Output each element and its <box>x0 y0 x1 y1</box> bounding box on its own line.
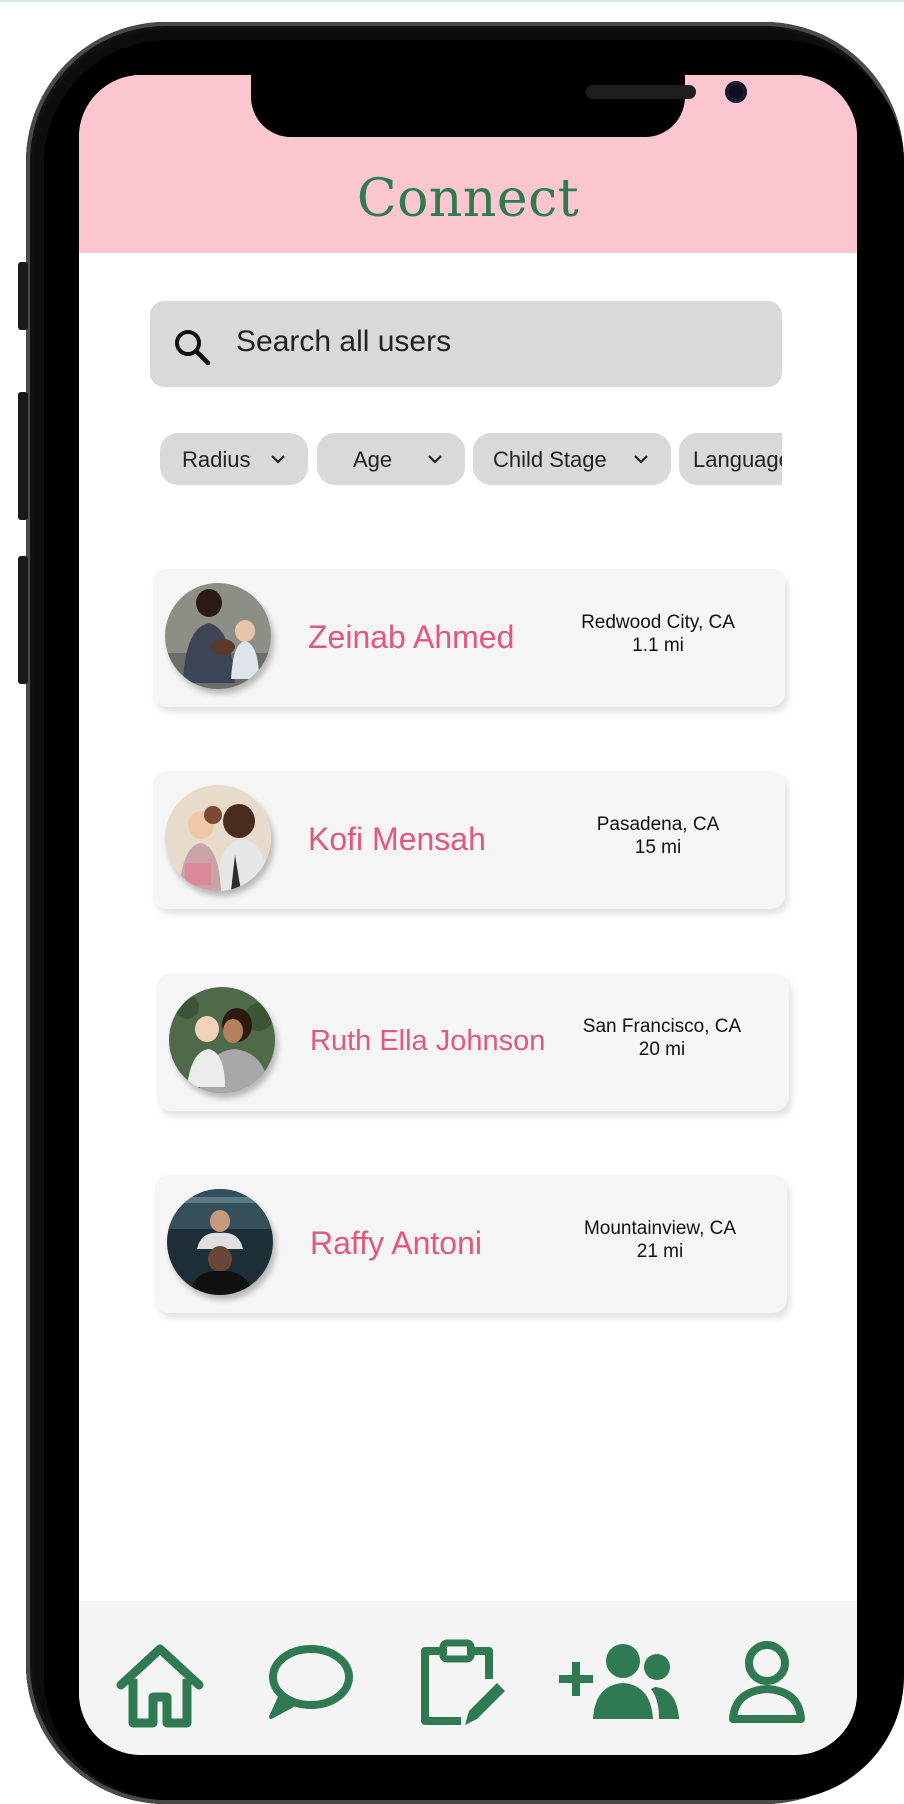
user-distance: 21 mi <box>636 1241 684 1262</box>
top-border <box>0 0 904 2</box>
avatar <box>167 1189 273 1295</box>
user-location: Redwood City, CA <box>581 612 735 633</box>
add-group-icon[interactable] <box>557 1639 681 1725</box>
chevron-down-icon <box>428 455 442 464</box>
user-location: San Francisco, CA <box>582 1016 742 1037</box>
search-icon <box>175 330 211 366</box>
user-name[interactable]: Kofi Mensah <box>308 821 486 858</box>
bottom-nav <box>79 1601 857 1755</box>
user-distance: 20 mi <box>638 1039 686 1060</box>
user-card[interactable]: Ruth Ella Johnson San Francisco, CA 20 m… <box>157 973 789 1111</box>
phone-screen: Connect Search all users Radius Age Chil… <box>79 75 857 1755</box>
user-name[interactable]: Raffy Antoni <box>310 1225 482 1262</box>
profile-icon[interactable] <box>727 1639 807 1725</box>
user-card[interactable]: Kofi Mensah Pasadena, CA 15 mi <box>153 771 785 909</box>
user-location-block: Pasadena, CA 15 mi <box>558 813 758 859</box>
avatar <box>165 583 271 689</box>
user-card[interactable]: Zeinab Ahmed Redwood City, CA 1.1 mi <box>153 569 785 707</box>
volume-up-button <box>18 392 28 520</box>
user-distance: 1.1 mi <box>632 635 684 656</box>
volume-down-button <box>18 556 28 684</box>
speaker-grille <box>586 85 696 99</box>
user-location: Pasadena, CA <box>596 814 720 835</box>
clipboard-edit-icon[interactable] <box>417 1639 505 1729</box>
filter-label: Radius <box>182 447 251 472</box>
filter-label: Language <box>693 447 782 472</box>
home-icon[interactable] <box>115 1643 205 1729</box>
filter-chips: Radius Age Child Stage Language <box>160 433 782 487</box>
user-location-block: Redwood City, CA 1.1 mi <box>558 611 758 657</box>
chevron-down-icon <box>271 455 285 464</box>
page-title: Connect <box>356 169 580 229</box>
phone-notch <box>251 75 747 137</box>
avatar <box>169 987 275 1093</box>
search-input[interactable]: Search all users <box>236 325 451 359</box>
chat-bubble-icon[interactable] <box>267 1643 353 1723</box>
filter-age-chip[interactable]: Age <box>317 433 465 485</box>
filter-child-stage-chip[interactable]: Child Stage <box>473 433 671 485</box>
user-distance: 15 mi <box>634 837 682 858</box>
user-location-block: Mountainview, CA 21 mi <box>560 1217 760 1263</box>
user-location: Mountainview, CA <box>583 1218 737 1239</box>
filter-radius-chip[interactable]: Radius <box>160 433 308 485</box>
user-card[interactable]: Raffy Antoni Mountainview, CA 21 mi <box>155 1175 787 1313</box>
filter-label: Age <box>353 447 393 472</box>
avatar <box>165 785 271 891</box>
user-name[interactable]: Zeinab Ahmed <box>308 619 514 656</box>
filter-language-chip[interactable]: Language <box>679 433 782 485</box>
filter-label: Child Stage <box>493 447 607 472</box>
search-bar[interactable]: Search all users <box>150 301 782 387</box>
user-location-block: San Francisco, CA 20 mi <box>562 1015 762 1061</box>
front-camera <box>725 81 747 103</box>
chevron-down-icon <box>634 455 648 464</box>
user-name[interactable]: Ruth Ella Johnson <box>310 1025 545 1058</box>
mute-switch <box>18 262 28 330</box>
